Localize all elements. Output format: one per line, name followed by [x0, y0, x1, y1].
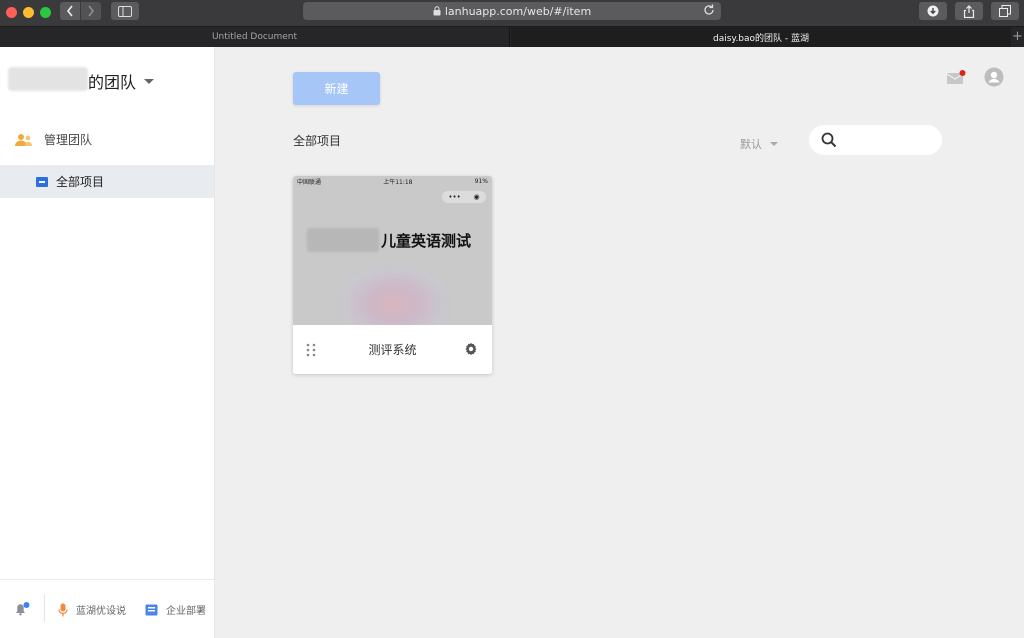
project-settings-button[interactable]	[464, 342, 478, 359]
main-content: 新建 全部项目 默认 中国联通 上午11:18 91% ••• ◉ 儿童英语测试	[215, 47, 1024, 638]
project-card-footer: 测评系统	[293, 325, 492, 374]
footer-divider	[44, 594, 45, 622]
new-project-button[interactable]: 新建	[293, 72, 380, 105]
project-icon	[36, 176, 48, 187]
thumbnail-illustration	[342, 268, 446, 328]
deploy-label: 企业部署	[166, 606, 206, 617]
search-input[interactable]	[845, 131, 933, 149]
building-icon	[145, 604, 158, 615]
tab-title: daisy.bao的团队 - 蓝湖	[712, 33, 810, 44]
sidebar-toggle-button[interactable]	[111, 2, 139, 20]
tabs-icon	[999, 5, 1011, 17]
new-tab-button[interactable]: +	[1012, 29, 1023, 44]
zoom-window-button[interactable]	[40, 7, 51, 18]
sidebar-icon	[118, 5, 132, 17]
section-title: 全部项目	[293, 134, 342, 148]
messages-button[interactable]	[946, 70, 966, 89]
feedback-label: 蓝湖优设说	[76, 606, 126, 617]
project-thumbnail[interactable]: 中国联通 上午11:18 91% ••• ◉ 儿童英语测试	[293, 176, 492, 328]
more-dots-icon: •••	[448, 193, 461, 201]
chevron-right-icon	[88, 5, 95, 17]
minimize-window-button[interactable]	[23, 7, 34, 18]
carrier-text: 中国联通	[297, 178, 322, 186]
close-window-button[interactable]	[6, 7, 17, 18]
drag-handle-icon[interactable]	[306, 343, 316, 360]
tab-title: Untitled Document	[211, 32, 298, 42]
reload-icon[interactable]	[702, 3, 716, 17]
sidebar-item-manage-team[interactable]: 管理团队	[14, 131, 92, 148]
target-icon: ◉	[473, 193, 480, 201]
redacted-brand	[307, 228, 379, 252]
feedback-link[interactable]: 蓝湖优设说	[58, 602, 126, 617]
url-text: lanhuapp.com/web/#/item	[444, 4, 592, 18]
miniprogram-capsule: ••• ◉	[441, 190, 487, 204]
chevron-left-icon	[66, 5, 73, 17]
bell-icon	[16, 602, 30, 616]
sidebar-item-all-projects[interactable]: 全部项目	[0, 165, 214, 198]
user-avatar-button[interactable]	[984, 67, 1004, 91]
project-card[interactable]: 中国联通 上午11:18 91% ••• ◉ 儿童英语测试 测评系统	[293, 176, 492, 374]
time-text: 上午11:18	[383, 178, 413, 186]
tab-overview-button[interactable]	[991, 2, 1019, 20]
microphone-icon	[58, 603, 68, 616]
battery-text: 91%	[474, 177, 488, 185]
thumbnail-title: 儿童英语测试	[381, 232, 472, 250]
sidebar: 的团队 管理团队 全部项目 蓝湖优设说 企业部署	[0, 47, 215, 638]
tab-lanhu-team[interactable]: daisy.bao的团队 - 蓝湖	[511, 27, 1011, 47]
sidebar-item-label: 全部项目	[56, 175, 105, 189]
user-icon	[984, 67, 1004, 87]
share-button[interactable]	[955, 2, 983, 20]
team-name: 的团队	[88, 73, 137, 92]
caret-down-icon	[144, 78, 155, 84]
caret-down-icon	[770, 142, 778, 146]
downloads-button[interactable]	[919, 2, 947, 20]
share-icon	[963, 4, 975, 18]
forward-button[interactable]	[81, 2, 101, 20]
sidebar-item-label: 管理团队	[44, 133, 93, 147]
enterprise-deploy-link[interactable]: 企业部署	[145, 602, 206, 617]
team-switcher[interactable]: 的团队	[88, 69, 155, 93]
tab-untitled-document[interactable]: Untitled Document	[0, 27, 510, 47]
lock-icon	[433, 6, 441, 16]
new-project-label: 新建	[324, 82, 349, 96]
sort-label: 默认	[740, 138, 762, 151]
gear-icon	[465, 342, 477, 356]
phone-status-bar: 中国联通 上午11:18 91%	[293, 176, 492, 186]
mail-icon	[946, 70, 966, 84]
sidebar-footer: 蓝湖优设说 企业部署	[0, 579, 214, 638]
project-name: 测评系统	[368, 343, 417, 357]
team-owner-redacted	[8, 67, 88, 91]
address-bar[interactable]: lanhuapp.com/web/#/item	[303, 2, 721, 20]
search-box[interactable]	[809, 125, 942, 155]
browser-toolbar: lanhuapp.com/web/#/item	[0, 0, 1024, 26]
download-icon	[927, 5, 939, 17]
team-icon	[15, 133, 32, 146]
sort-dropdown[interactable]: 默认	[740, 136, 778, 152]
back-button[interactable]	[60, 2, 80, 20]
notification-bell-button[interactable]	[14, 602, 30, 619]
search-icon	[821, 132, 837, 148]
tab-bar: Untitled Document daisy.bao的团队 - 蓝湖 +	[0, 26, 1024, 47]
